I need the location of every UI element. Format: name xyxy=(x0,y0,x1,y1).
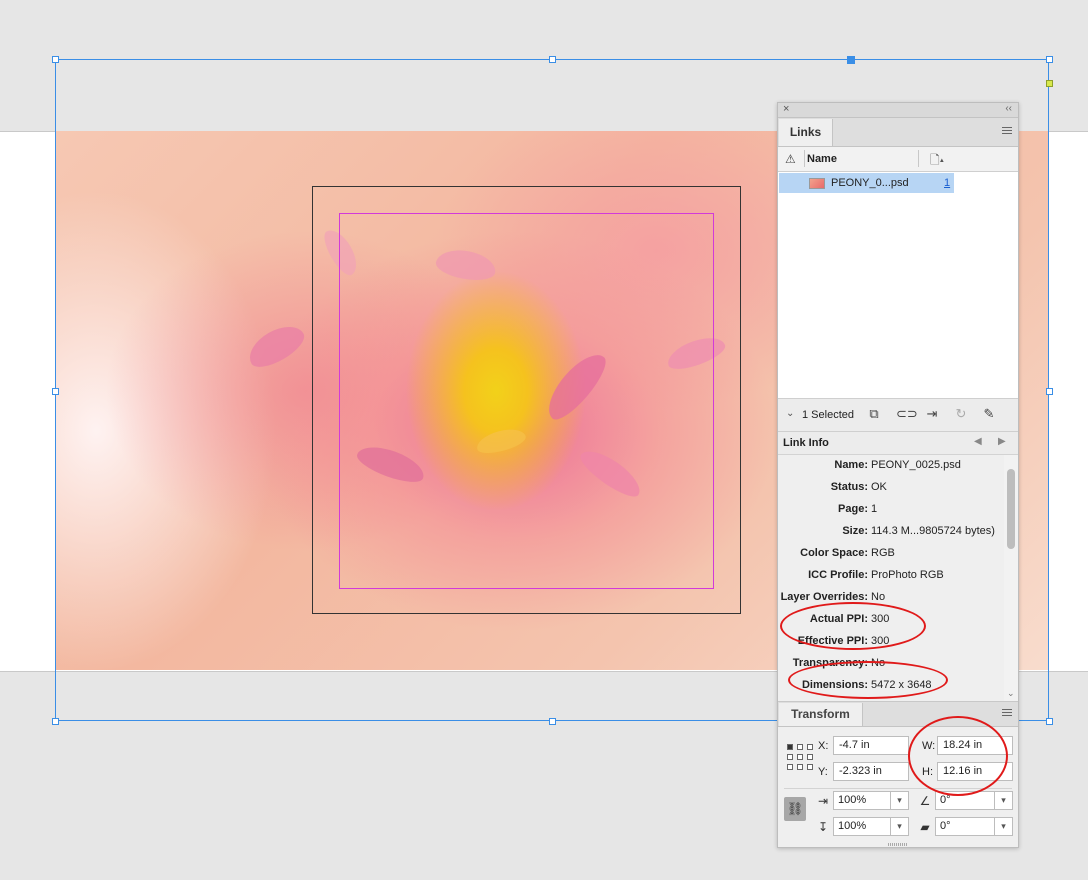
links-column-header: ⚠ Name 🗋▴ xyxy=(778,147,1018,172)
info-label: Color Space: xyxy=(800,547,868,559)
y-field[interactable]: -2.323 in xyxy=(833,762,909,781)
page-sort-icon[interactable]: 🗋▴ xyxy=(930,151,944,172)
selected-count: 1 Selected xyxy=(802,409,854,421)
name-column-header[interactable]: Name xyxy=(807,153,837,165)
update-link-icon[interactable]: ↻ xyxy=(953,407,969,421)
reference-point-icon[interactable] xyxy=(787,744,813,770)
info-value: 114.3 M...9805724 bytes) xyxy=(871,525,995,537)
prev-link-icon[interactable]: ◀ xyxy=(974,436,982,447)
y-label: Y: xyxy=(818,766,828,778)
rotate-value: 0° xyxy=(940,794,951,806)
rotate-icon: ∠ xyxy=(919,794,931,808)
shear-icon: ▰ xyxy=(920,820,930,834)
chevron-down-icon[interactable]: ⌄ xyxy=(786,408,794,419)
info-label: Status: xyxy=(830,481,868,493)
edit-original-icon[interactable]: ✎ xyxy=(981,407,997,421)
scroll-down-icon[interactable]: ⌄ xyxy=(1007,688,1015,699)
chevron-down-icon[interactable]: ▾ xyxy=(890,818,908,835)
panel-resize-grip[interactable] xyxy=(888,843,908,846)
handle-middle-right[interactable] xyxy=(1046,388,1053,395)
x-label: X: xyxy=(818,740,829,752)
handle-bottom-right[interactable] xyxy=(1046,718,1053,725)
chevron-down-icon[interactable]: ▾ xyxy=(994,792,1012,809)
links-toolbar: ⌄ 1 Selected ⧉ ⊂⊃ ⇥ ↻ ✎ xyxy=(778,399,1018,432)
annotation-size-ellipse xyxy=(908,716,1008,796)
info-value: No xyxy=(871,591,886,603)
handle-top-right[interactable] xyxy=(1046,56,1053,63)
annotation-ppi-ellipse xyxy=(780,602,926,650)
panel-menu-icon[interactable] xyxy=(1002,127,1012,135)
link-info-header[interactable]: Link Info ◀ ▶ xyxy=(778,432,1018,455)
handle-top-center[interactable] xyxy=(549,56,556,63)
goto-link-icon[interactable]: ⇥ xyxy=(924,407,940,421)
info-value: 1 xyxy=(871,503,878,515)
shear-value: 0° xyxy=(940,820,951,832)
tab-transform[interactable]: Transform xyxy=(779,703,863,726)
info-value: ProPhoto RGB xyxy=(871,569,944,581)
link-info-scrollbar[interactable]: ⌄ xyxy=(1004,455,1018,701)
handle-middle-left[interactable] xyxy=(52,388,59,395)
list-item[interactable]: PEONY_0...psd 1 xyxy=(779,173,954,193)
scale-y-icon: ↧ xyxy=(817,820,829,834)
annotation-dimensions-ellipse xyxy=(788,661,948,699)
handle-top-left[interactable] xyxy=(52,56,59,63)
next-link-icon[interactable]: ▶ xyxy=(998,436,1006,447)
relink-cc-icon[interactable]: ⧉ xyxy=(866,407,882,421)
link-page-number[interactable]: 1 xyxy=(944,177,950,189)
info-row-name: Name: PEONY_0025.psd xyxy=(778,457,1002,475)
scale-x-value: 100% xyxy=(838,794,867,806)
info-value: PEONY_0025.psd xyxy=(871,459,961,471)
panel-title-bar[interactable]: × ‹‹ xyxy=(778,103,1018,118)
info-label: Name: xyxy=(834,459,868,471)
shear-dropdown[interactable]: 0° ▾ xyxy=(935,817,1013,836)
links-tabbar: Links xyxy=(778,118,1018,147)
info-row-layer-overrides: Layer Overrides: No xyxy=(778,589,1002,607)
info-row-color-space: Color Space: RGB xyxy=(778,545,1002,563)
handle-bottom-left[interactable] xyxy=(52,718,59,725)
info-row-icc-profile: ICC Profile: ProPhoto RGB xyxy=(778,567,1002,585)
content-grabber-handle[interactable] xyxy=(847,56,855,64)
link-info-title: Link Info xyxy=(783,437,829,449)
link-file-name: PEONY_0...psd xyxy=(831,177,909,189)
links-list: PEONY_0...psd 1 xyxy=(778,172,1018,399)
transform-menu-icon[interactable] xyxy=(1002,709,1012,717)
info-value: OK xyxy=(871,481,887,493)
chevron-down-icon[interactable]: ▾ xyxy=(890,792,908,809)
x-field[interactable]: -4.7 in xyxy=(833,736,909,755)
info-row-size: Size: 114.3 M...9805724 bytes) xyxy=(778,523,1002,541)
warning-icon[interactable]: ⚠ xyxy=(785,152,796,166)
scale-y-dropdown[interactable]: 100% ▾ xyxy=(833,817,909,836)
scale-y-value: 100% xyxy=(838,820,867,832)
scale-x-dropdown[interactable]: 100% ▾ xyxy=(833,791,909,810)
scale-x-icon: ⇥ xyxy=(817,794,829,808)
relink-icon[interactable]: ⊂⊃ xyxy=(896,407,918,421)
scrollbar-thumb[interactable] xyxy=(1007,469,1015,549)
close-icon[interactable]: × xyxy=(783,103,789,115)
info-value: RGB xyxy=(871,547,895,559)
corner-options-handle[interactable] xyxy=(1046,80,1053,87)
info-label: Page: xyxy=(838,503,868,515)
collapse-icon[interactable]: ‹‹ xyxy=(1005,103,1012,114)
info-row-status: Status: OK xyxy=(778,479,1002,497)
chevron-down-icon[interactable]: ▾ xyxy=(994,818,1012,835)
info-row-page: Page: 1 xyxy=(778,501,1002,519)
image-thumbnail-icon xyxy=(809,178,825,189)
info-label: Size: xyxy=(842,525,868,537)
handle-bottom-center[interactable] xyxy=(549,718,556,725)
tab-links[interactable]: Links xyxy=(779,119,833,146)
constrain-proportions-icon[interactable]: ⛓ xyxy=(784,797,806,821)
info-label: ICC Profile: xyxy=(808,569,868,581)
